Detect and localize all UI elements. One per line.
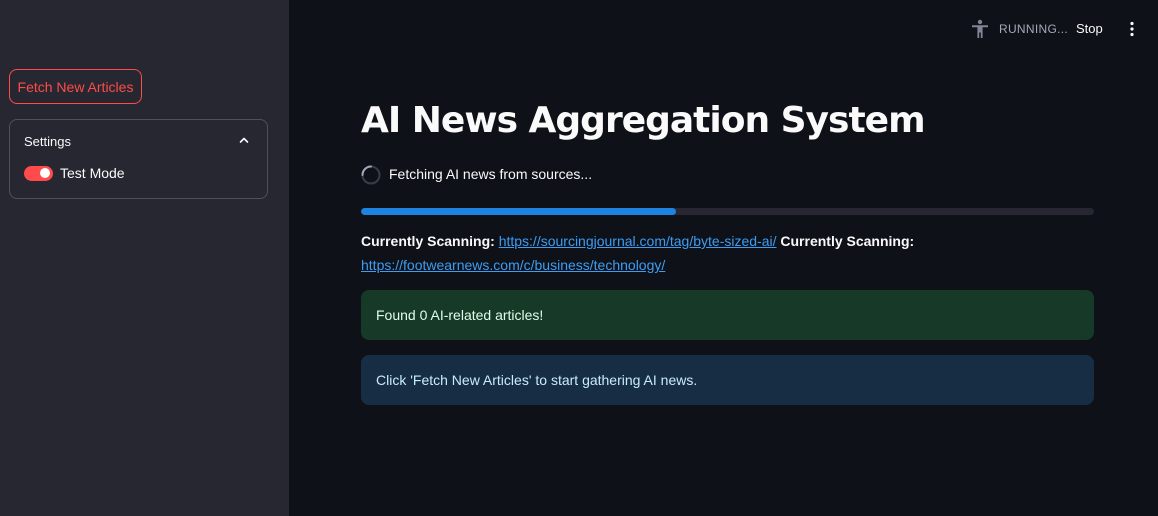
stop-button[interactable]: Stop [1076,21,1103,36]
running-status: RUNNING... [999,22,1068,36]
scan-link[interactable]: https://footwearnews.com/c/business/tech… [361,257,665,273]
chevron-up-icon [239,137,249,143]
page-title: AI News Aggregation System [361,100,926,141]
test-mode-toggle-row[interactable]: Test Mode [24,164,125,182]
scan-label: Currently Scanning: [361,233,495,249]
info-alert: Click 'Fetch New Articles' to start gath… [361,355,1094,405]
more-vert-icon[interactable] [1126,20,1138,38]
info-message: Click 'Fetch New Articles' to start gath… [376,372,698,388]
settings-expander-header[interactable]: Settings [10,120,267,162]
settings-expander: Settings Test Mode [9,119,268,199]
test-mode-label: Test Mode [60,165,125,181]
test-mode-toggle[interactable] [24,165,53,181]
toggle-knob [40,168,50,178]
spinner-text: Fetching AI news from sources... [389,166,593,182]
scan-link[interactable]: https://sourcingjournal.com/tag/byte-siz… [499,233,777,249]
scan-label: Currently Scanning: [780,233,915,249]
sidebar: Fetch New Articles Settings Test Mode [0,0,289,516]
settings-title: Settings [24,134,71,149]
spinner-icon [361,165,381,185]
fetch-new-articles-button[interactable]: Fetch New Articles [9,69,142,104]
success-message: Found 0 AI-related articles! [376,307,544,323]
success-alert: Found 0 AI-related articles! [361,290,1094,340]
scan-status: Currently Scanning: https://sourcingjour… [361,229,1094,277]
accessibility-person-icon [972,19,988,38]
progress-bar [361,208,1094,215]
app-root: Fetch New Articles Settings Test Mode RU… [0,0,1158,516]
progress-bar-fill [361,208,677,215]
